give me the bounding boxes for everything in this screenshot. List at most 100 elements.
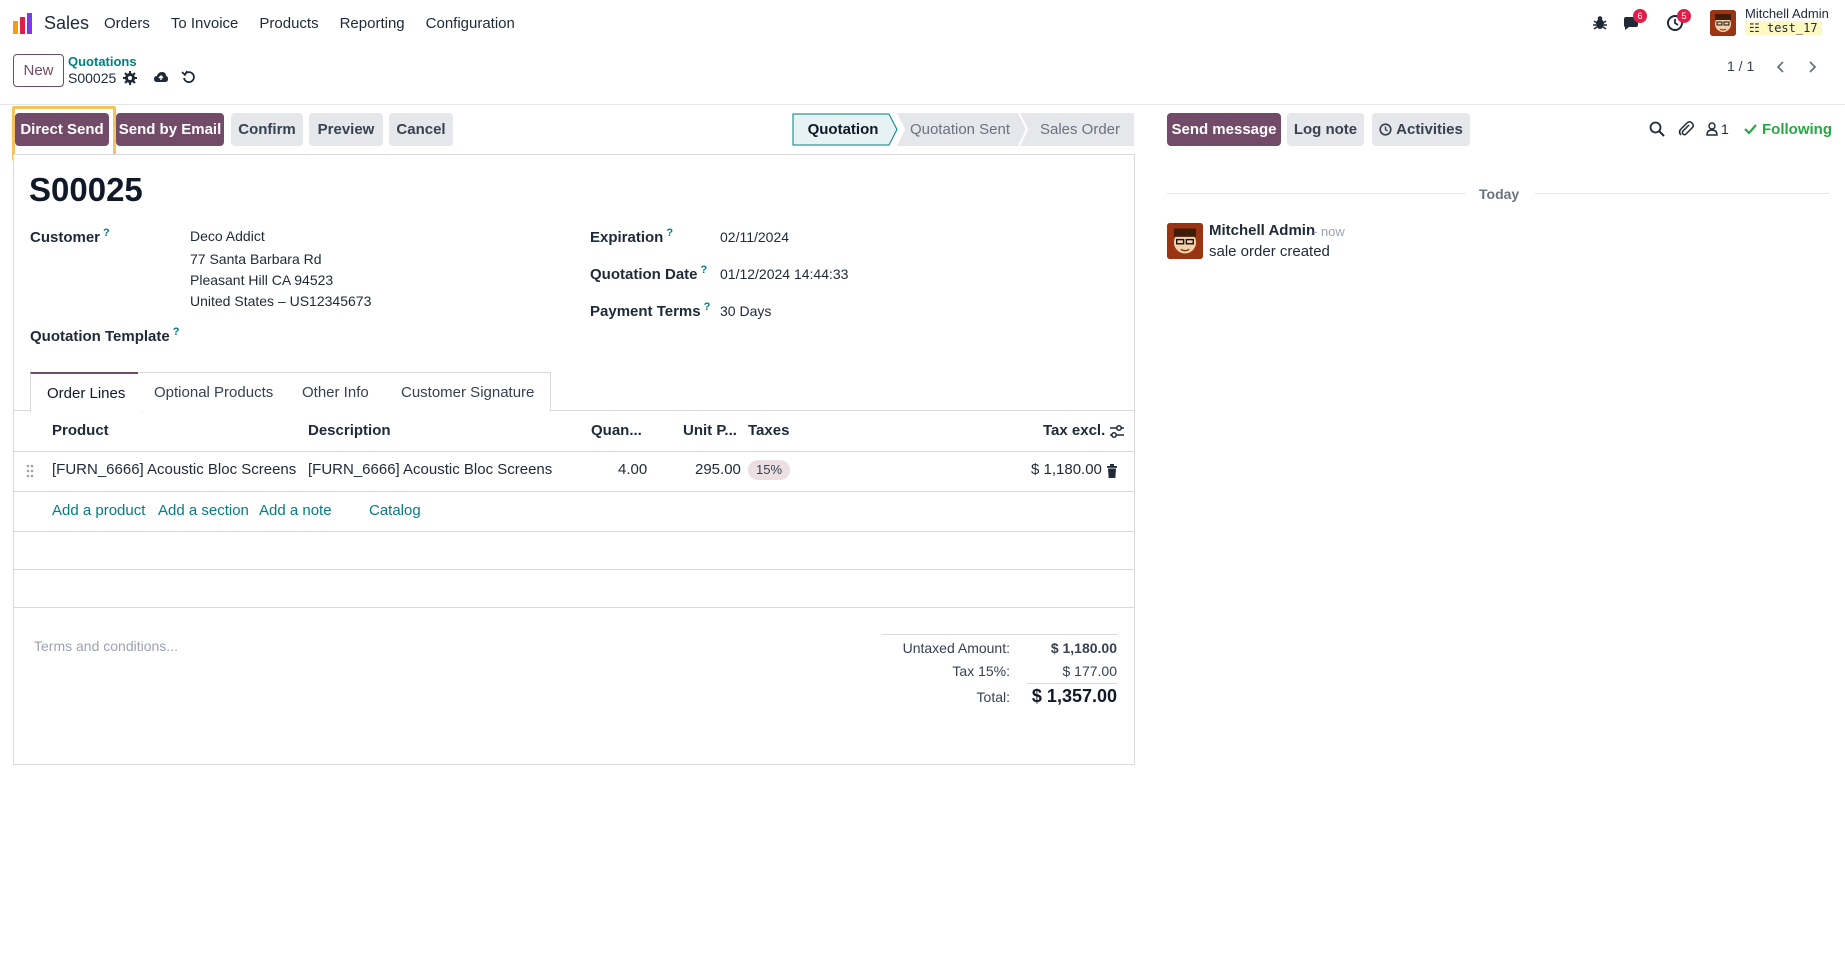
cell-product[interactable]: [FURN_6666] Acoustic Bloc Screens [52,461,296,478]
menu-orders[interactable]: Orders [104,15,150,32]
user-icon [1706,122,1718,136]
gear-icon[interactable] [122,70,138,86]
totals-divider [881,634,1117,635]
catalog-link[interactable]: Catalog [369,502,421,519]
column-header-quantity[interactable]: Quan... [591,422,642,439]
tab-other-info[interactable]: Other Info [286,372,386,411]
discard-icon[interactable] [181,69,197,85]
control-panel-divider [0,104,1845,105]
cell-quantity[interactable]: 4.00 [618,461,647,478]
untaxed-amount-value: $ 1,180.00 [1050,640,1117,656]
add-product-link[interactable]: Add a product [52,502,145,519]
help-marker[interactable]: ? [666,227,673,239]
preview-button[interactable]: Preview [309,113,383,146]
quotation-date-field[interactable]: 01/12/2024 14:44:33 [720,266,848,282]
order-name: S00025 [29,171,143,208]
optional-columns-icon[interactable] [1109,424,1125,440]
column-header-unit-price[interactable]: Unit P... [683,422,737,439]
check-icon [1744,124,1757,135]
add-note-link[interactable]: Add a note [259,502,332,519]
expiration-label: Expiration? [590,227,673,246]
add-section-link[interactable]: Add a section [158,502,249,519]
pager-value[interactable]: 1 / 1 [1727,58,1754,74]
breadcrumb-current: S00025 [68,70,117,86]
column-header-description[interactable]: Description [308,422,391,439]
row-divider [13,607,1134,608]
send-by-email-button[interactable]: Send by Email [116,113,224,146]
untaxed-amount-label: Untaxed Amount: [902,640,1010,656]
message-author-avatar[interactable] [1167,223,1203,259]
cell-description[interactable]: [FURN_6666] Acoustic Bloc Screens [308,461,552,478]
quotation-template-label-text: Quotation Template [30,328,170,345]
tax-tag[interactable]: 15% [748,460,791,480]
log-note-button[interactable]: Log note [1287,113,1364,146]
paperclip-icon[interactable] [1677,120,1695,138]
following-label: Following [1762,120,1832,138]
direct-send-button[interactable]: Direct Send [15,113,109,146]
send-message-button[interactable]: Send message [1167,113,1281,146]
clock-icon [1379,123,1392,136]
confirm-button[interactable]: Confirm [231,113,303,146]
pager-next-button[interactable] [1799,56,1825,78]
date-divider [1167,193,1466,194]
column-header-product[interactable]: Product [52,422,109,439]
pager-previous-button[interactable] [1768,56,1794,78]
help-marker[interactable]: ? [173,326,180,338]
help-marker[interactable]: ? [701,264,708,276]
drag-handle-icon[interactable] [25,464,35,478]
customer-address-line: Pleasant Hill CA 94523 [190,272,334,288]
search-icon[interactable] [1648,120,1666,138]
column-header-taxes[interactable]: Taxes [748,422,789,439]
database-label: test_17 [1766,21,1818,35]
activities-button[interactable]: 5 [1666,9,1691,32]
bug-icon[interactable] [1591,14,1609,32]
breadcrumb-quotations[interactable]: Quotations [68,54,137,69]
customer-label-text: Customer [30,229,101,246]
user-avatar[interactable] [1710,10,1736,36]
trash-icon[interactable] [1106,464,1118,478]
message-author[interactable]: Mitchell Admin [1209,222,1315,239]
new-button[interactable]: New [13,54,64,87]
messages-badge: 6 [1633,9,1647,23]
customer-name[interactable]: Deco Addict [190,228,265,244]
quotation-date-label-text: Quotation Date [590,266,698,283]
row-divider [13,491,1134,492]
tab-customer-signature[interactable]: Customer Signature [385,372,552,411]
customer-label: Customer? [30,227,110,246]
tab-optional-products[interactable]: Optional Products [138,372,291,411]
help-marker[interactable]: ? [103,227,110,239]
top-navbar: Sales Orders To Invoice Products Reporti… [0,0,1845,46]
chevron-right-icon [1809,61,1817,73]
menu-products[interactable]: Products [259,15,318,32]
app-name[interactable]: Sales [44,13,89,34]
message-body: sale order created [1209,243,1330,260]
quotation-date-label: Quotation Date? [590,264,707,283]
cancel-button[interactable]: Cancel [389,113,453,146]
column-header-subtotal[interactable]: Tax excl. [1043,422,1105,439]
menu-configuration[interactable]: Configuration [426,15,515,32]
message-timestamp: - now [1313,224,1345,239]
payment-terms-field[interactable]: 30 Days [720,303,771,319]
activities-chatter-button[interactable]: Activities [1372,113,1470,146]
messages-button[interactable]: 6 [1622,9,1647,32]
user-name[interactable]: Mitchell Admin [1745,6,1829,21]
total-label: Total: [976,689,1010,705]
save-cloud-icon[interactable] [153,69,169,85]
terms-conditions-input[interactable]: Terms and conditions... [34,638,178,654]
followers-button[interactable]: 1 [1706,120,1729,138]
menu-reporting[interactable]: Reporting [340,15,405,32]
stage-quotation[interactable]: Quotation [793,113,893,146]
cell-unit-price[interactable]: 295.00 [695,461,741,478]
row-divider [13,531,1134,532]
sales-app-icon[interactable] [12,12,34,34]
date-divider [1535,193,1829,194]
following-button[interactable]: Following [1744,120,1832,138]
stage-sales-order[interactable]: Sales Order [1030,113,1130,146]
quotation-template-field[interactable] [190,322,550,346]
tab-order-lines[interactable]: Order Lines [30,372,143,412]
expiration-field[interactable]: 02/11/2024 [720,229,789,245]
menu-to-invoice[interactable]: To Invoice [171,15,239,32]
stage-quotation-sent[interactable]: Quotation Sent [905,113,1015,146]
followers-count: 1 [1721,121,1729,137]
help-marker[interactable]: ? [704,301,711,313]
